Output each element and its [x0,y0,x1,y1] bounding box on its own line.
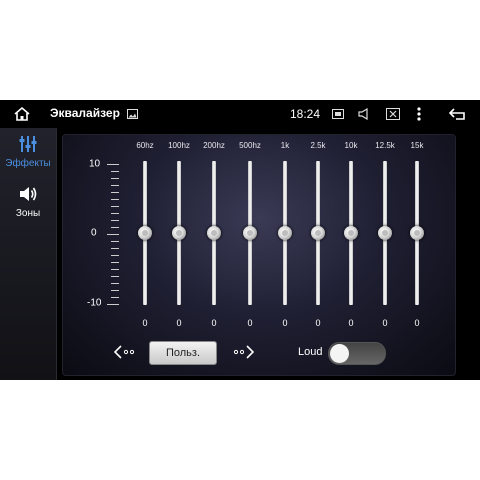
scale-tick [107,304,119,305]
more-vert-icon [417,107,421,121]
scale-min-label: -10 [87,297,102,309]
home-icon [14,106,30,121]
band-slider-knob[interactable] [344,226,358,240]
sidebar: Эффекты Зоны [0,128,57,380]
prev-preset-button[interactable] [113,344,137,365]
scale-tick [111,178,119,179]
band-value-label: 0 [414,318,420,328]
screenshot-icon [386,108,400,120]
band-frequency-label: 12.5k [375,141,395,150]
band-value-label: 0 [382,318,388,328]
scale-tick [111,220,119,221]
home-button[interactable] [8,100,36,128]
scale-tick [111,227,119,228]
band-frequency-label: 60hz [136,141,154,150]
loud-toggle-knob [330,344,349,363]
scale-tick [111,199,119,200]
volume-button[interactable] [354,100,376,128]
band-slider-knob[interactable] [138,226,152,240]
equalizer-panel: 10 0 -10 60hz 0 100hz 0 200hz 0 500hz 0 1k 0 2.5k 0… [62,134,456,376]
band-value-label: 0 [142,318,148,328]
sidebar-item-label: Зоны [15,208,41,219]
band-slider-knob[interactable] [410,226,424,240]
scale-tick [107,234,119,235]
screenshot-button[interactable] [382,100,404,128]
band-value-label: 0 [247,318,253,328]
scale-tick [107,164,119,165]
band-frequency-label: 2.5k [310,141,326,150]
scale-tick [111,171,119,172]
scale-max-label: 10 [89,158,101,170]
band-value-label: 0 [282,318,288,328]
band-value-label: 0 [176,318,182,328]
loud-label: Loud [298,346,323,358]
scale-tick [111,276,119,277]
volume-icon [358,108,368,120]
band-slider-knob[interactable] [172,226,186,240]
sidebar-item-effects[interactable]: Эффекты [0,134,56,169]
speaker-icon [20,187,37,201]
scale-tick [111,241,119,242]
scale-tick [111,248,119,249]
scale-tick [111,206,119,207]
screen-mode-icon[interactable] [328,100,348,128]
scale-tick [111,297,119,298]
band-frequency-label: 15k [410,141,424,150]
sidebar-item-label: Эффекты [5,158,51,169]
scale-tick [111,262,119,263]
scale-tick [111,213,119,214]
band-slider-knob[interactable] [207,226,221,240]
band-slider-knob[interactable] [243,226,257,240]
band-slider-knob[interactable] [378,226,392,240]
app-title: Эквалайзер [50,106,120,120]
chevron-left-icon [113,345,135,359]
scale-tick [111,192,119,193]
loud-toggle[interactable] [328,342,386,365]
scale-tick [111,283,119,284]
image-notification-icon [124,100,140,128]
band-slider-knob[interactable] [311,226,325,240]
band-frequency-label: 500hz [239,141,261,150]
scale-tick [111,185,119,186]
scale-tick [111,269,119,270]
band-frequency-label: 10k [344,141,358,150]
head-unit-screen: Эквалайзер 18:24 Эффекты Зоны 10 0 -10 6… [0,100,480,380]
band-value-label: 0 [315,318,321,328]
scale-zero-label: 0 [91,227,97,239]
back-arrow-icon [448,108,465,120]
band-frequency-label: 100hz [168,141,190,150]
next-preset-button[interactable] [231,344,255,365]
band-value-label: 0 [211,318,217,328]
equalizer-icon [19,136,37,152]
band-slider-knob[interactable] [278,226,292,240]
band-value-label: 0 [348,318,354,328]
menu-button[interactable] [410,100,428,128]
back-button[interactable] [444,100,472,128]
scale-tick [111,255,119,256]
chevron-right-icon [233,345,255,359]
band-frequency-label: 200hz [203,141,225,150]
band-frequency-label: 1k [280,141,290,150]
scale-tick [111,290,119,291]
sidebar-item-zones[interactable]: Зоны [0,184,56,219]
status-bar: Эквалайзер 18:24 [0,100,480,128]
preset-button[interactable]: Польз. [149,341,217,365]
clock: 18:24 [290,107,321,121]
